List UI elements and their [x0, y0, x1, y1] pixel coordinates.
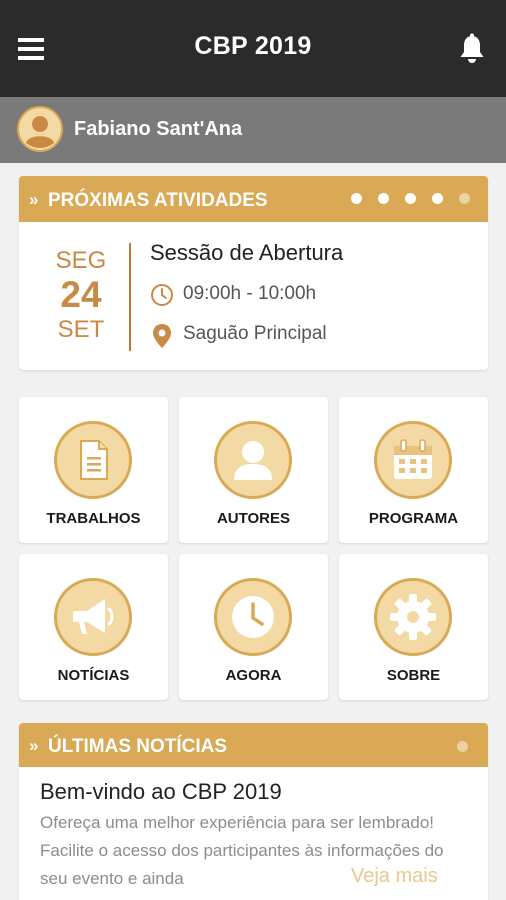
app-title: CBP 2019 — [194, 32, 312, 60]
tile-noticias[interactable]: NOTÍCIAS — [19, 554, 168, 700]
tile-label: AGORA — [225, 667, 282, 684]
document-icon — [54, 421, 132, 499]
tile-sobre[interactable]: SOBRE — [339, 554, 488, 700]
avatar[interactable] — [17, 106, 63, 152]
news-pager-dot[interactable] — [457, 741, 468, 752]
person-icon — [214, 421, 292, 499]
user-bar: Fabiano Sant'Ana — [0, 97, 506, 163]
pager-dot[interactable] — [459, 193, 470, 204]
event-day: 24 — [60, 274, 102, 315]
tile-label: NOTÍCIAS — [57, 667, 130, 684]
event-weekday: SEG — [55, 247, 107, 274]
tile-autores[interactable]: AUTORES — [179, 397, 328, 543]
event-month: SET — [57, 316, 105, 343]
pager-dot[interactable] — [378, 193, 389, 204]
gear-icon — [374, 578, 452, 656]
tile-label: AUTORES — [216, 510, 291, 527]
upcoming-activities-card[interactable]: » PRÓXIMAS ATIVIDADES SEG 24 SET Sessão … — [19, 176, 488, 370]
calendar-icon — [374, 421, 452, 499]
upcoming-activities-header: » PRÓXIMAS ATIVIDADES — [19, 176, 488, 222]
event-location-text: Saguão Principal — [183, 323, 327, 344]
megaphone-icon — [54, 578, 132, 656]
tile-label: SOBRE — [386, 667, 441, 684]
pager-dot[interactable] — [432, 193, 443, 204]
upcoming-activities-title: PRÓXIMAS ATIVIDADES — [48, 190, 268, 211]
user-name: Fabiano Sant'Ana — [74, 118, 243, 140]
pager-dot[interactable] — [405, 193, 416, 204]
latest-news-header: » ÚLTIMAS NOTÍCIAS — [19, 723, 488, 767]
event-date: SEG 24 SET — [37, 248, 125, 344]
news-title[interactable]: Bem-vindo ao CBP 2019 — [40, 779, 282, 805]
location-pin-icon — [153, 324, 171, 348]
chevron-icon: » — [29, 190, 39, 209]
clock-icon — [214, 578, 292, 656]
bell-icon[interactable] — [458, 33, 486, 65]
app-bar: CBP 2019 — [0, 0, 506, 97]
tile-agora[interactable]: AGORA — [179, 554, 328, 700]
see-more-link[interactable]: Veja mais — [351, 865, 438, 888]
pager-dot[interactable] — [351, 193, 362, 204]
tile-trabalhos[interactable]: TRABALHOS — [19, 397, 168, 543]
tile-programa[interactable]: PROGRAMA — [339, 397, 488, 543]
event-time-text: 09:00h - 10:00h — [183, 283, 317, 304]
tile-label: PROGRAMA — [368, 510, 459, 527]
chevron-icon: » — [29, 736, 39, 755]
latest-news-card[interactable]: » ÚLTIMAS NOTÍCIAS Bem-vindo ao CBP 2019… — [19, 723, 488, 900]
date-divider — [129, 243, 131, 351]
event-title[interactable]: Sessão de Abertura — [150, 240, 343, 266]
latest-news-title: ÚLTIMAS NOTÍCIAS — [48, 736, 228, 757]
clock-icon — [151, 284, 173, 306]
tile-label: TRABALHOS — [46, 510, 141, 527]
